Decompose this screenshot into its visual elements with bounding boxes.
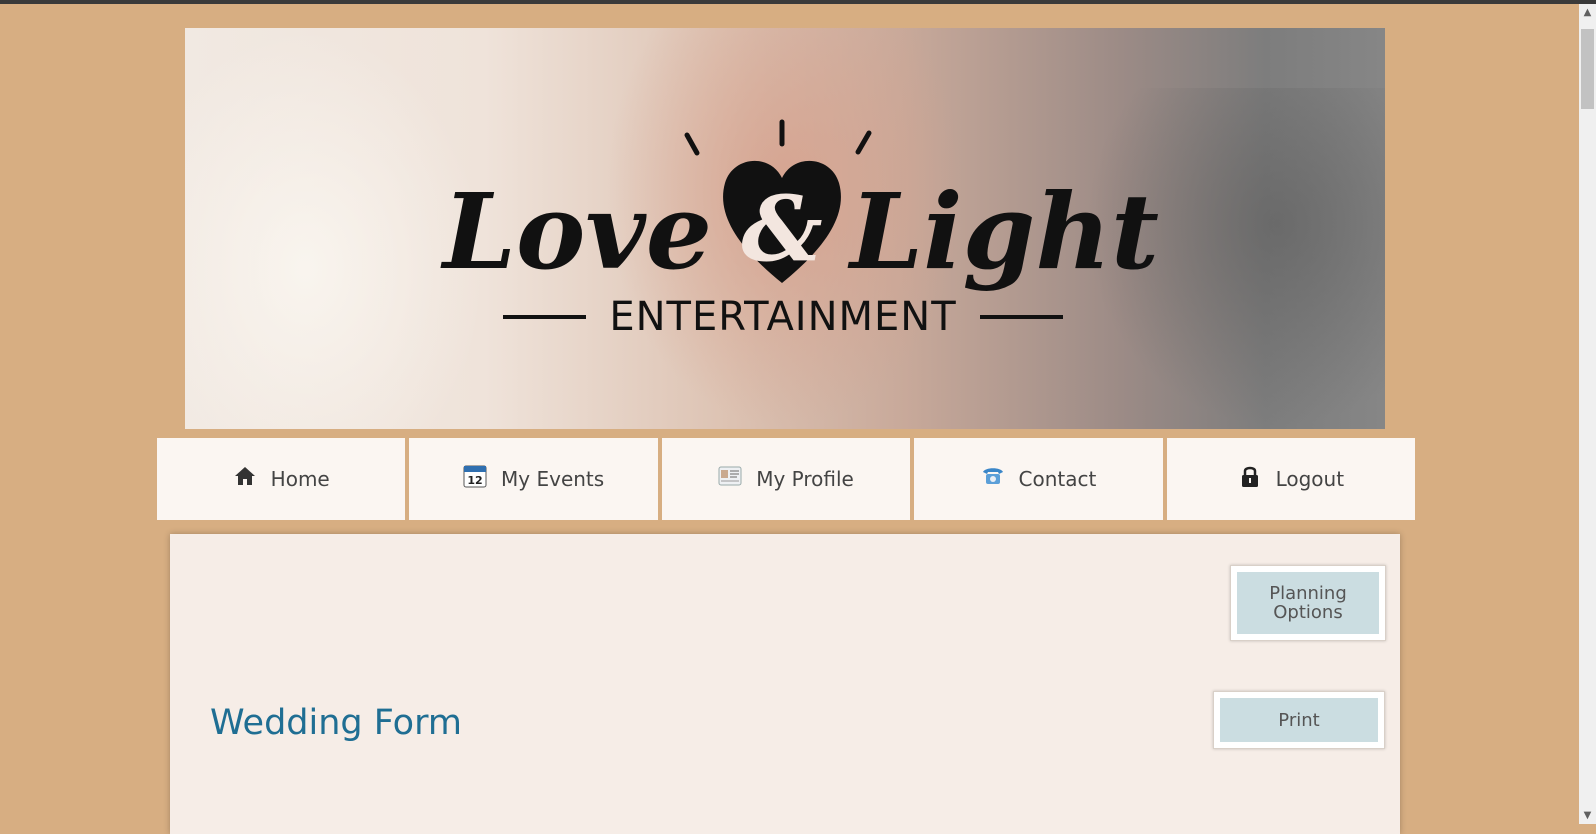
profile-card-icon xyxy=(718,466,742,486)
lock-icon xyxy=(1241,466,1258,487)
scroll-up-arrow-icon[interactable]: ▲ xyxy=(1579,4,1596,21)
nav-item-contact[interactable]: Contact xyxy=(914,438,1163,520)
print-button[interactable]: Print xyxy=(1220,698,1378,742)
calendar-icon: 12 xyxy=(463,465,487,488)
nav-label-my-profile: My Profile xyxy=(756,467,854,491)
logo-ampersand: & xyxy=(741,176,822,282)
browser-top-edge xyxy=(0,0,1596,4)
nav-label-my-events: My Events xyxy=(501,467,605,491)
nav-label-contact: Contact xyxy=(1018,467,1097,491)
header-banner: & Love Light ENTERTAINMENT xyxy=(185,28,1385,429)
logo-word-light: Light xyxy=(847,170,1159,293)
nav-item-home[interactable]: Home xyxy=(157,438,406,520)
content-panel: Planning Options Wedding Form Print xyxy=(170,534,1400,834)
nav-label-home: Home xyxy=(270,467,330,491)
vertical-scrollbar[interactable]: ▲ ▼ xyxy=(1579,4,1596,824)
nav-item-logout[interactable]: Logout xyxy=(1166,438,1416,520)
logo-subtitle: ENTERTAINMENT xyxy=(609,294,956,340)
scroll-down-arrow-icon[interactable]: ▼ xyxy=(1579,807,1596,824)
page-title: Wedding Form xyxy=(210,703,462,743)
planning-options-button[interactable]: Planning Options xyxy=(1237,572,1379,634)
planning-options-frame: Planning Options xyxy=(1230,565,1386,641)
love-and-light-logo[interactable]: & Love Light ENTERTAINMENT xyxy=(185,28,1385,429)
main-navigation: Home 12 My Events My Profile Contact Log… xyxy=(157,438,1416,520)
calendar-day: 12 xyxy=(467,474,482,487)
print-frame: Print xyxy=(1213,691,1385,749)
scrollbar-thumb[interactable] xyxy=(1581,29,1594,109)
telephone-icon xyxy=(982,468,1003,484)
nav-label-logout: Logout xyxy=(1275,467,1345,491)
home-icon xyxy=(234,467,255,485)
nav-item-my-events[interactable]: 12 My Events xyxy=(409,438,658,520)
logo-word-love: Love xyxy=(440,170,712,293)
nav-item-my-profile[interactable]: My Profile xyxy=(661,438,911,520)
